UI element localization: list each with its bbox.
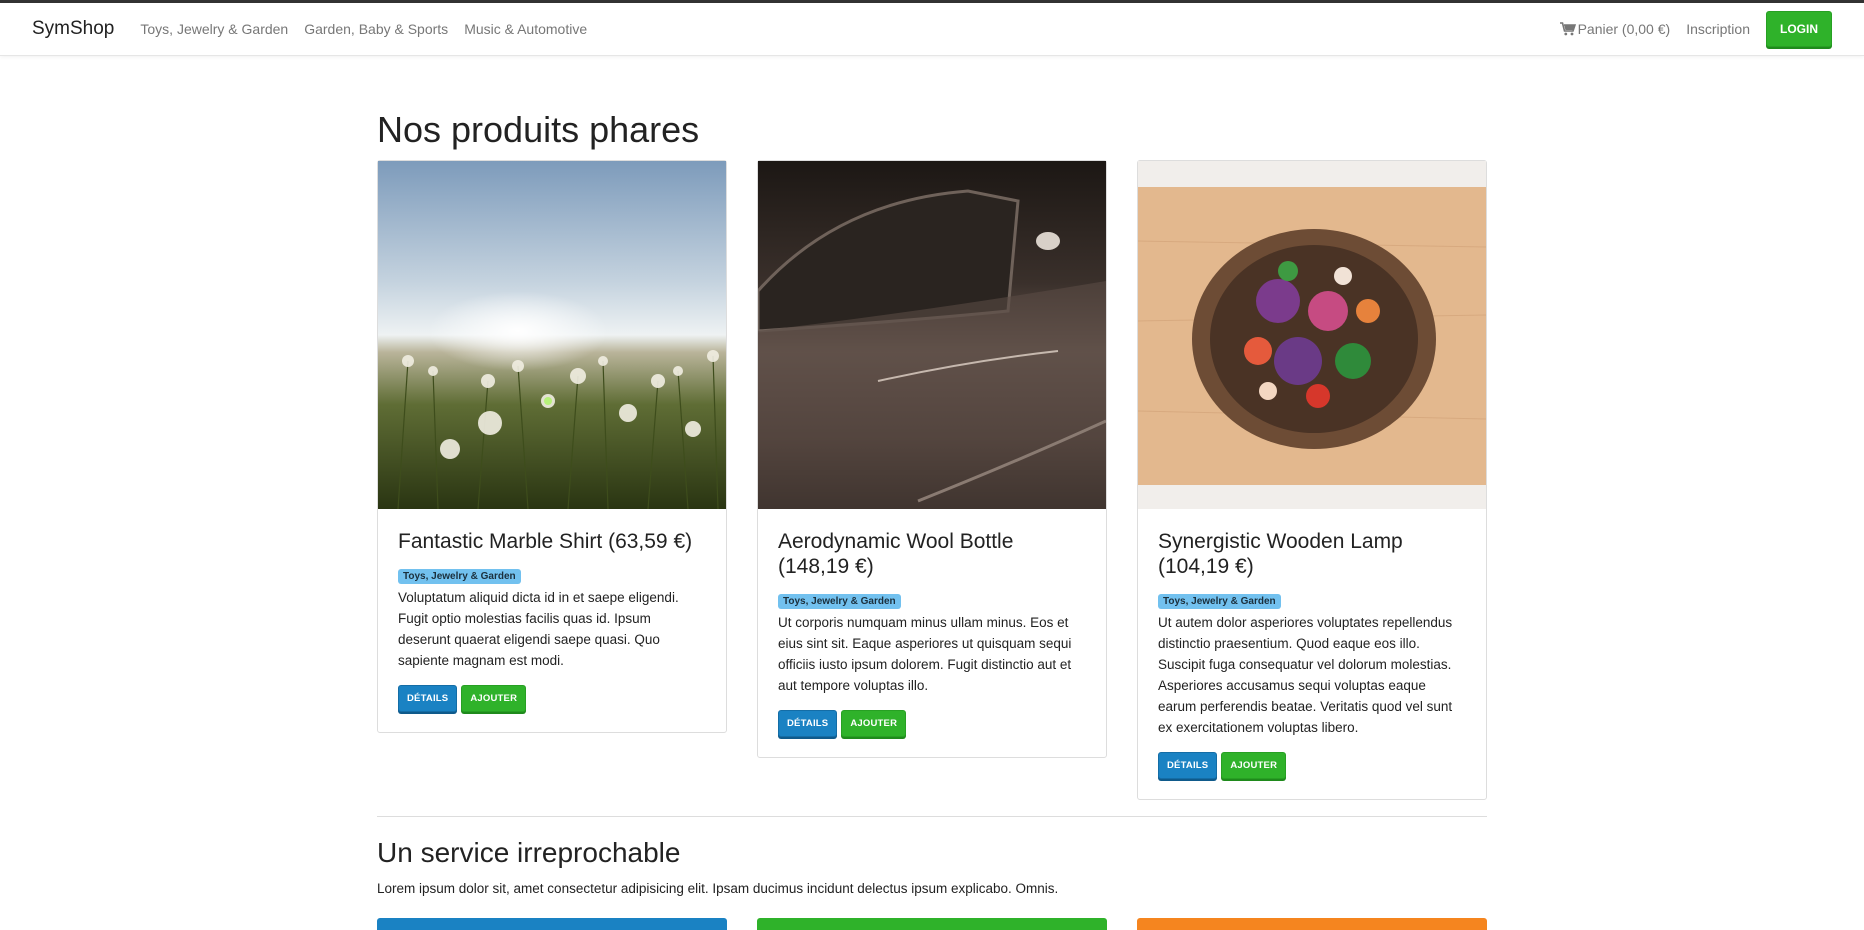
details-button[interactable]: DÉTAILS (398, 684, 458, 712)
nav-link-music-automotive[interactable]: Music & Automotive (464, 21, 587, 37)
add-to-cart-button[interactable]: AJOUTER (841, 709, 907, 737)
service-panels (377, 917, 1487, 930)
service-panel-blue (377, 917, 727, 930)
nav-link-toys-jewelry-garden[interactable]: Toys, Jewelry & Garden (140, 21, 288, 37)
navbar-right: Panier (0,00 €) Inscription LOGIN (1559, 11, 1832, 47)
category-badge: Toys, Jewelry & Garden (778, 593, 901, 609)
product-actions: DÉTAILS AJOUTER (398, 684, 706, 712)
category-badge: Toys, Jewelry & Garden (398, 568, 521, 584)
service-title: Un service irreprochable (377, 836, 681, 868)
product-actions: DÉTAILS AJOUTER (778, 709, 1086, 737)
section-divider (377, 815, 1487, 817)
product-description: Ut corporis numquam minus ullam minus. E… (778, 614, 1072, 693)
product-card: Aerodynamic Wool Bottle (148,19 €) Toys,… (757, 159, 1107, 758)
product-image-dandelion-field[interactable] (378, 160, 726, 509)
details-button[interactable]: DÉTAILS (778, 709, 838, 737)
product-card: Fantastic Marble Shirt (63,59 €) Toys, J… (377, 159, 727, 733)
featured-title: Nos produits phares (377, 109, 700, 150)
signup-link[interactable]: Inscription (1686, 21, 1750, 37)
product-title[interactable]: Synergistic Wooden Lamp (104,19 €) (1158, 529, 1466, 579)
service-panel-orange (1137, 917, 1487, 930)
product-image-vintage-car[interactable] (758, 160, 1106, 509)
add-to-cart-button[interactable]: AJOUTER (1221, 751, 1287, 779)
product-title[interactable]: Aerodynamic Wool Bottle (148,19 €) (778, 529, 1086, 579)
product-card: Synergistic Wooden Lamp (104,19 €) Toys,… (1137, 159, 1487, 800)
navbar: SymShop Toys, Jewelry & Garden Garden, B… (0, 3, 1864, 56)
cart-label: Panier (0,00 €) (1577, 21, 1671, 37)
details-button[interactable]: DÉTAILS (1158, 751, 1218, 779)
cart-link[interactable]: Panier (0,00 €) (1559, 21, 1671, 37)
product-card-body: Fantastic Marble Shirt (63,59 €) Toys, J… (378, 509, 726, 732)
main-content: Nos produits phares Fantastic Marble Shi… (377, 110, 1487, 930)
product-image-salad-bowl[interactable] (1138, 160, 1486, 509)
product-description: Ut autem dolor asperiores voluptates rep… (1158, 614, 1453, 735)
product-actions: DÉTAILS AJOUTER (1158, 751, 1466, 779)
product-title[interactable]: Fantastic Marble Shirt (63,59 €) (398, 529, 706, 554)
product-card-body: Aerodynamic Wool Bottle (148,19 €) Toys,… (758, 509, 1106, 757)
category-badge: Toys, Jewelry & Garden (1158, 593, 1281, 609)
product-card-body: Synergistic Wooden Lamp (104,19 €) Toys,… (1138, 509, 1486, 799)
login-button[interactable]: LOGIN (1766, 11, 1832, 47)
shopping-cart-icon (1559, 22, 1576, 36)
service-panel-green (757, 917, 1107, 930)
nav-link-garden-baby-sports[interactable]: Garden, Baby & Sports (304, 21, 448, 37)
product-description: Voluptatum aliquid dicta id in et saepe … (398, 589, 679, 668)
product-list: Fantastic Marble Shirt (63,59 €) Toys, J… (377, 159, 1487, 800)
service-text: Lorem ipsum dolor sit, amet consectetur … (377, 880, 1059, 896)
add-to-cart-button[interactable]: AJOUTER (461, 684, 527, 712)
brand-link[interactable]: SymShop (32, 18, 114, 40)
